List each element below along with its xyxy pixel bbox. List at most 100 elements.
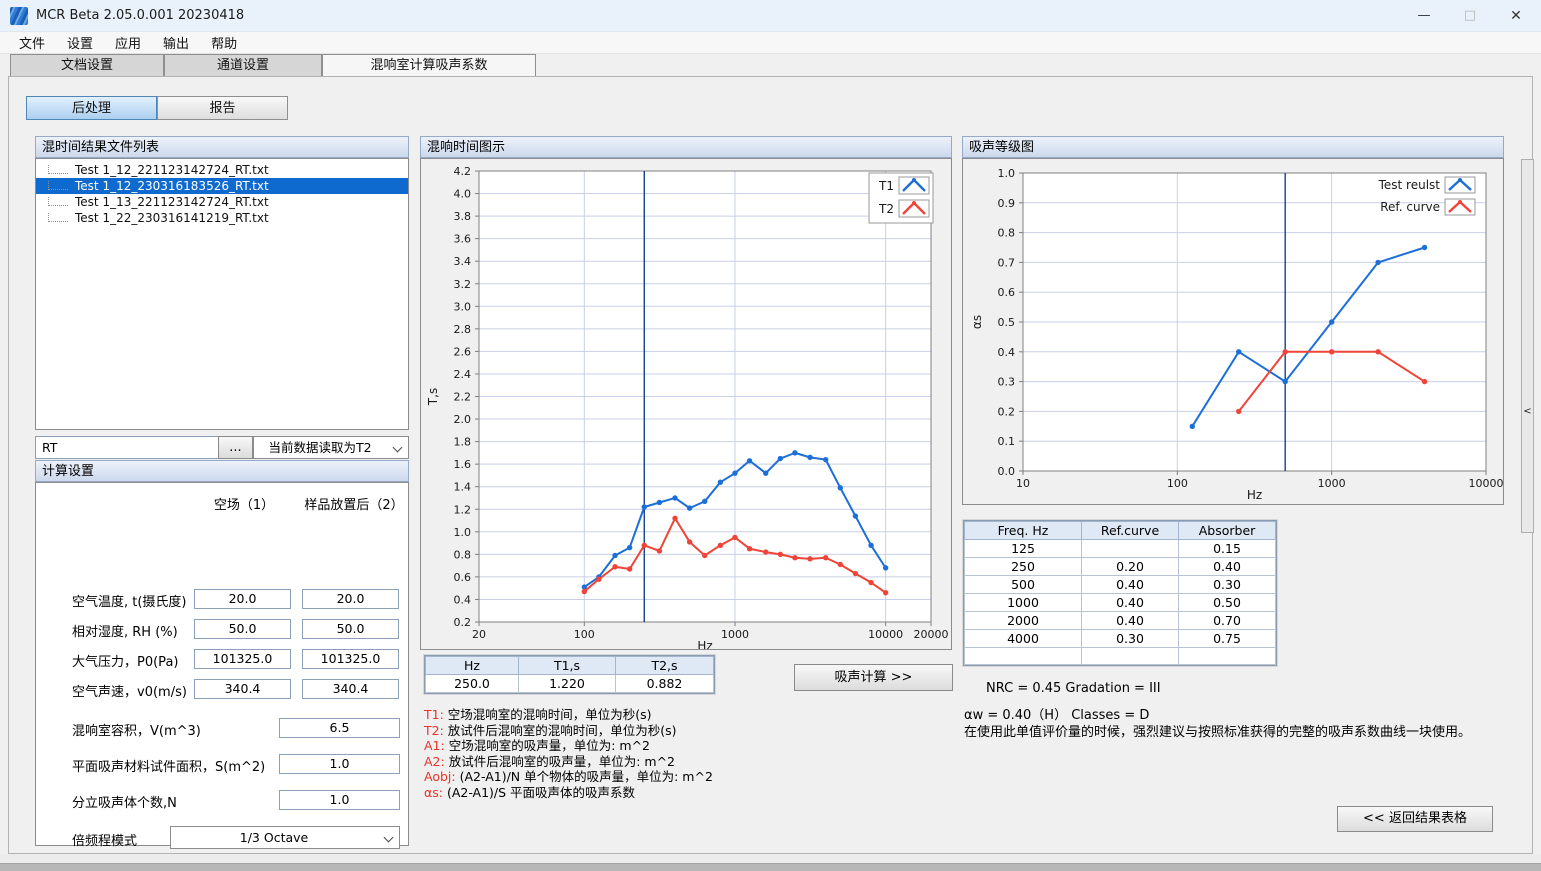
- note-key: Aobj:: [424, 769, 460, 784]
- note-text: 放试件后混响室的吸声量，单位为: m^2: [449, 754, 675, 769]
- rt-chart-box: 0.20.40.60.81.01.21.41.61.82.02.22.42.62…: [420, 158, 952, 650]
- table-cell: 250.0: [426, 675, 519, 693]
- title-bar: MCR Beta 2.05.0.001 20230418 — □ ✕: [0, 0, 1541, 32]
- menu-item-文件[interactable]: 文件: [8, 31, 56, 54]
- content-panel: 后处理报告 混时间结果文件列表 Test 1_12_221123142724_R…: [8, 76, 1533, 854]
- close-icon[interactable]: ✕: [1493, 0, 1539, 32]
- calc-value-empty-room[interactable]: 20.0: [194, 589, 291, 609]
- svg-text:100: 100: [574, 628, 595, 641]
- tab-2[interactable]: 通道设置: [164, 54, 322, 76]
- chevron-down-icon: [384, 833, 394, 843]
- svg-text:4.0: 4.0: [454, 188, 472, 201]
- calc-row-label: 大气压力，P0(Pa): [72, 651, 178, 670]
- calc-value-empty-room[interactable]: 50.0: [194, 619, 291, 639]
- note-text: 空场混响室的混响时间，单位为秒(s): [448, 707, 652, 722]
- note-key: T1:: [424, 707, 448, 722]
- rt-chart-svg[interactable]: 0.20.40.60.81.01.21.41.61.82.02.22.42.62…: [421, 159, 951, 649]
- menu-bar: 文件设置应用输出帮助: [0, 32, 1541, 54]
- calc-single-value[interactable]: 1.0: [279, 790, 400, 810]
- calc-value-with-sample[interactable]: 101325.0: [302, 649, 399, 669]
- subtab-1[interactable]: 后处理: [26, 96, 157, 120]
- note-text: (A2-A1)/N 单个物体的吸声量，单位为: m^2: [460, 769, 713, 784]
- calc-value-with-sample[interactable]: 340.4: [302, 679, 399, 699]
- gradetable-table: Freq. HzRef.curveAbsorber1250.152500.200…: [964, 521, 1276, 665]
- app-icon: [10, 7, 28, 25]
- calc-row-label: 空气声速，v0(m/s): [72, 681, 187, 700]
- calc-row-label: 平面吸声材料试件面积，S(m^2): [72, 756, 265, 775]
- back-to-results-button[interactable]: << 返回结果表格: [1337, 806, 1493, 832]
- table-header-cell: T2,s: [616, 657, 714, 675]
- file-list: Test 1_12_221123142724_RT.txtTest 1_12_2…: [35, 158, 409, 430]
- table-cell: 0.20: [1082, 558, 1179, 576]
- table-cell: 0.70: [1179, 612, 1276, 630]
- svg-text:10000: 10000: [1469, 477, 1504, 490]
- svg-text:0.8: 0.8: [454, 548, 472, 561]
- nrc-result-text: NRC = 0.45 Gradation = III: [986, 681, 1161, 696]
- app-window: MCR Beta 2.05.0.001 20230418 — □ ✕ 文件设置应…: [0, 0, 1541, 871]
- svg-text:0.0: 0.0: [998, 465, 1016, 478]
- table-cell: 500: [965, 576, 1082, 594]
- svg-text:T1: T1: [878, 179, 894, 193]
- grade-chart-svg[interactable]: 0.00.10.20.30.40.50.60.70.80.91.01010010…: [963, 159, 1503, 504]
- menu-item-设置[interactable]: 设置: [56, 31, 104, 54]
- tree-branch-icon: [48, 213, 68, 222]
- advice-text: 在使用此单值评价量的时候，强烈建议与按照标准获得的完整的吸声系数曲线一块使用。: [964, 721, 1471, 740]
- data-read-dropdown[interactable]: 当前数据读取为T2: [253, 436, 409, 459]
- svg-text:2.0: 2.0: [454, 413, 472, 426]
- file-name: Test 1_13_221123142724_RT.txt: [75, 194, 275, 210]
- table-cell: 0.40: [1082, 576, 1179, 594]
- svg-text:2.2: 2.2: [454, 391, 472, 404]
- svg-text:0.4: 0.4: [454, 593, 472, 606]
- calc-single-value[interactable]: 1.0: [279, 754, 400, 774]
- svg-text:2.6: 2.6: [454, 345, 472, 358]
- table-row: 20000.400.70: [965, 612, 1276, 630]
- tab-1[interactable]: 文档设置: [10, 54, 164, 76]
- file-list-item[interactable]: Test 1_13_221123142724_RT.txt: [36, 194, 408, 210]
- svg-text:0.2: 0.2: [998, 405, 1016, 418]
- table-cell: 0.30: [1082, 630, 1179, 648]
- file-list-item[interactable]: Test 1_12_221123142724_RT.txt: [36, 162, 408, 178]
- calc-single-value[interactable]: 6.5: [279, 718, 400, 738]
- file-list-item[interactable]: Test 1_12_230316183526_RT.txt: [36, 178, 408, 194]
- table-header-cell: Freq. Hz: [965, 522, 1082, 540]
- calc-settings-header: 计算设置: [35, 460, 409, 482]
- window-title: MCR Beta 2.05.0.001 20230418: [36, 8, 244, 23]
- svg-text:3.8: 3.8: [454, 210, 472, 223]
- maximize-icon[interactable]: □: [1447, 0, 1493, 32]
- svg-text:0.2: 0.2: [454, 616, 472, 629]
- calc-value-with-sample[interactable]: 50.0: [302, 619, 399, 639]
- browse-button[interactable]: ...: [218, 436, 253, 459]
- menu-item-输出[interactable]: 输出: [152, 31, 200, 54]
- table-cell: 125: [965, 540, 1082, 558]
- calc-value-empty-room[interactable]: 101325.0: [194, 649, 291, 669]
- calc-row-label: 分立吸声体个数,N: [72, 792, 177, 811]
- svg-text:0.5: 0.5: [998, 316, 1016, 329]
- svg-text:1.0: 1.0: [454, 526, 472, 539]
- octave-mode-dropdown[interactable]: 1/3 Octave: [170, 826, 400, 849]
- column-header-empty-room: 空场（1）: [194, 494, 294, 513]
- svg-text:3.4: 3.4: [454, 255, 472, 268]
- svg-text:T,s: T,s: [426, 388, 440, 406]
- tree-branch-icon: [48, 197, 68, 206]
- file-name: Test 1_22_230316141219_RT.txt: [75, 210, 275, 226]
- note-key: T2:: [424, 723, 448, 738]
- calc-value-empty-room[interactable]: 340.4: [194, 679, 291, 699]
- rt-name-input[interactable]: RT: [35, 436, 219, 459]
- note-line: A1: 空场混响室的吸声量，单位为: m^2: [424, 738, 713, 754]
- file-list-item[interactable]: Test 1_22_230316141219_RT.txt: [36, 210, 408, 226]
- minimize-icon[interactable]: —: [1401, 0, 1447, 32]
- note-line: A2: 放试件后混响室的吸声量，单位为: m^2: [424, 754, 713, 770]
- window-bottom-margin: [0, 854, 1541, 863]
- svg-text:0.9: 0.9: [998, 197, 1016, 210]
- collapse-panel-handle[interactable]: <: [1521, 159, 1534, 533]
- absorb-calc-button[interactable]: 吸声计算 >>: [794, 664, 953, 691]
- menu-item-应用[interactable]: 应用: [104, 31, 152, 54]
- tab-3[interactable]: 混响室计算吸声系数: [322, 54, 536, 76]
- subtab-2[interactable]: 报告: [157, 96, 288, 120]
- table-cell: 0.75: [1179, 630, 1276, 648]
- table-row: 5000.400.30: [965, 576, 1276, 594]
- tree-branch-icon: [48, 165, 68, 174]
- svg-text:0.6: 0.6: [454, 571, 472, 584]
- menu-item-帮助[interactable]: 帮助: [200, 31, 248, 54]
- calc-value-with-sample[interactable]: 20.0: [302, 589, 399, 609]
